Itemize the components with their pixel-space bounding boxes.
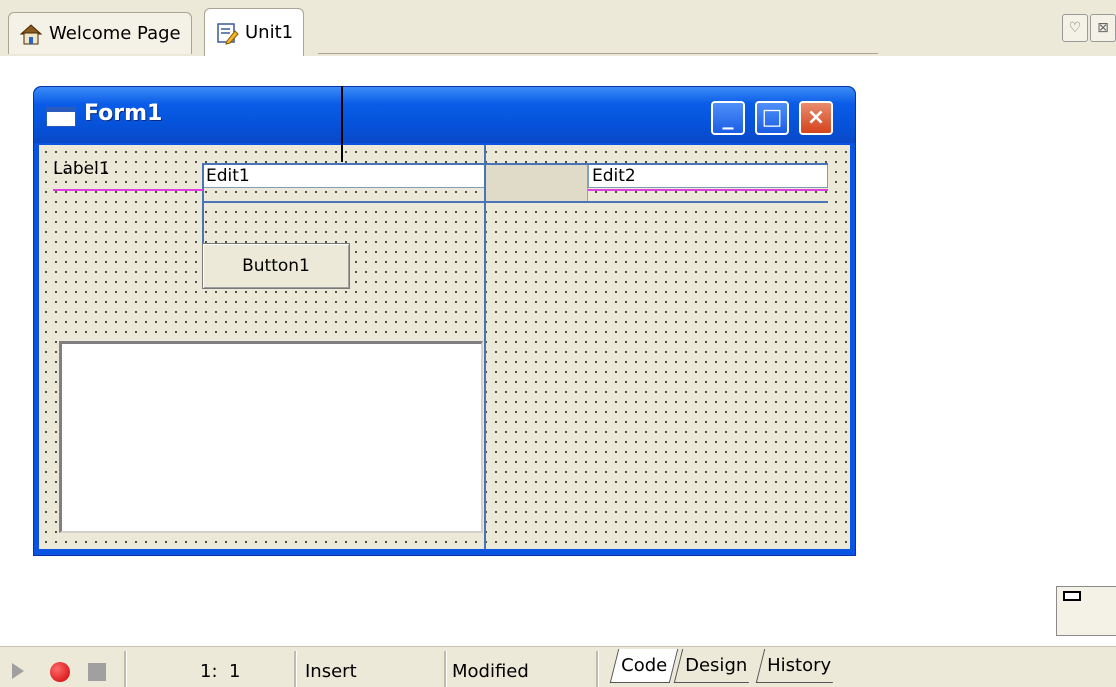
tab-list-dropdown-button[interactable]: ♡ xyxy=(1062,14,1088,42)
maximize-button[interactable]: □ xyxy=(755,101,789,135)
record-icon[interactable] xyxy=(50,662,70,682)
form1-client-area[interactable]: Label1 Edit1 Edit2 Button1 xyxy=(39,145,850,549)
editor-tab-bar: Welcome Page Unit1 ♡ ⊠ xyxy=(0,0,1116,56)
tab-history[interactable]: History xyxy=(755,649,842,683)
tab-design-label: Design xyxy=(685,655,748,676)
insert-mode: Insert xyxy=(305,661,357,682)
minimize-button[interactable]: _ xyxy=(711,101,745,135)
button1[interactable]: Button1 xyxy=(202,243,350,289)
maximize-icon: □ xyxy=(761,105,783,130)
tab-code-label: Code xyxy=(621,655,668,676)
selection-guide-bottom xyxy=(202,201,828,203)
insertion-cursor-line xyxy=(341,86,343,162)
edit2[interactable]: Edit2 xyxy=(588,164,828,188)
form-window-icon xyxy=(46,107,76,127)
baseline-guide-right xyxy=(588,189,828,191)
component-icon xyxy=(1063,591,1081,601)
status-separator xyxy=(596,651,599,687)
home-icon xyxy=(19,23,43,44)
tab-design[interactable]: Design xyxy=(673,649,758,683)
form1-titlebar[interactable]: Form1 _ □ × xyxy=(34,87,855,143)
modified-status: Modified xyxy=(452,661,529,682)
tab-code[interactable]: Code xyxy=(609,649,679,683)
tab-unit1[interactable]: Unit1 xyxy=(204,8,305,56)
cursor-position: 1: 1 xyxy=(200,661,241,682)
play-icon[interactable] xyxy=(12,663,24,679)
form1-window[interactable]: Form1 _ □ × Label1 Edit1 Edit2 Button1 xyxy=(33,86,856,556)
status-separator xyxy=(294,651,297,687)
close-tab-button[interactable]: ⊠ xyxy=(1090,14,1116,42)
memo1[interactable] xyxy=(59,341,483,533)
designer-panel-cell xyxy=(486,164,588,202)
close-icon: ⊠ xyxy=(1097,20,1109,36)
form1-title: Form1 xyxy=(84,101,163,126)
selection-guide-top xyxy=(202,163,828,165)
unit-edit-icon xyxy=(217,22,239,45)
label1[interactable]: Label1 xyxy=(53,159,110,179)
status-separator xyxy=(444,651,447,687)
non-visual-component-box[interactable] xyxy=(1056,586,1116,636)
status-bar: 1: 1 Insert Modified Code Design History xyxy=(0,646,1116,687)
chevron-down-icon: ♡ xyxy=(1068,20,1082,36)
baseline-guide-left xyxy=(53,189,203,191)
tab-welcome-label: Welcome Page xyxy=(49,23,181,44)
close-icon: × xyxy=(806,105,826,130)
status-separator xyxy=(124,651,127,687)
tab-unit1-label: Unit1 xyxy=(245,22,294,43)
tab-history-label: History xyxy=(767,655,832,676)
tab-welcome-page[interactable]: Welcome Page xyxy=(8,12,192,54)
minimize-icon: _ xyxy=(722,105,734,130)
splitter-guide xyxy=(484,145,486,549)
edit1[interactable]: Edit1 xyxy=(202,164,486,188)
close-button[interactable]: × xyxy=(799,101,833,135)
tab-bar-divider xyxy=(318,53,878,54)
stop-icon[interactable] xyxy=(88,663,106,681)
